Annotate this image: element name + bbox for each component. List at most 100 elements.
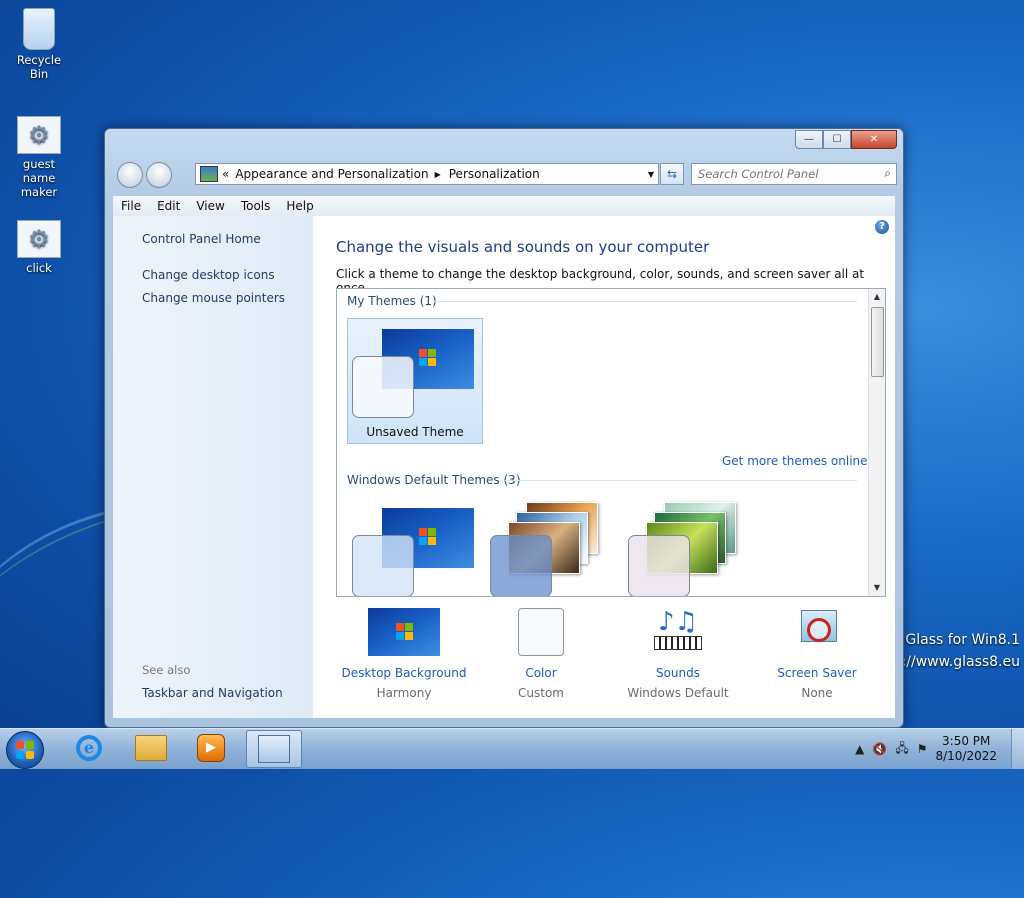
action-center-icon[interactable]: ⚑ bbox=[917, 742, 928, 756]
show-desktop-button[interactable] bbox=[1011, 729, 1024, 769]
gear-icon: ⚙ bbox=[17, 220, 61, 258]
scroll-thumb[interactable] bbox=[871, 307, 884, 377]
color-swatch bbox=[352, 535, 414, 596]
control-panel-home-link[interactable]: Control Panel Home bbox=[142, 232, 261, 246]
desktop-icon-label: click bbox=[26, 261, 52, 275]
network-icon[interactable]: 🖧 bbox=[895, 739, 908, 760]
recycle-bin-icon bbox=[23, 8, 55, 50]
windows-logo-icon bbox=[419, 528, 437, 546]
theme-architecture[interactable] bbox=[485, 497, 621, 596]
watermark-line: o Glass for Win8.1 bbox=[892, 632, 1020, 648]
personalization-window: — ☐ ✕ « Appearance and Personalization ▶… bbox=[104, 128, 904, 728]
navigation-bar: « Appearance and Personalization ▶ Perso… bbox=[115, 161, 897, 188]
page-title: Change the visuals and sounds on your co… bbox=[336, 238, 710, 256]
setting-label: Sounds bbox=[655, 666, 701, 680]
windows-logo-icon bbox=[16, 741, 34, 759]
theme-unsaved[interactable]: Unsaved Theme bbox=[347, 318, 483, 444]
my-themes-title: My Themes (1) bbox=[347, 294, 437, 308]
theme-label: Unsaved Theme bbox=[366, 425, 464, 439]
watermark-line: p://www.glass8.eu bbox=[892, 654, 1020, 670]
color-icon bbox=[518, 608, 564, 656]
menu-tools[interactable]: Tools bbox=[233, 199, 279, 213]
search-icon[interactable]: ⌕ bbox=[884, 166, 891, 181]
taskbar-file-explorer[interactable] bbox=[124, 730, 178, 766]
change-mouse-pointers-link[interactable]: Change mouse pointers bbox=[142, 291, 285, 305]
desktop-icon-recycle-bin[interactable]: Recycle Bin bbox=[6, 8, 72, 81]
gear-icon: ⚙ bbox=[17, 116, 61, 154]
task-pane: Control Panel Home Change desktop icons … bbox=[113, 216, 313, 718]
chevron-down-icon[interactable]: ▼ bbox=[648, 170, 654, 179]
clock-time: 3:50 PM bbox=[942, 734, 991, 748]
theme-windows[interactable] bbox=[347, 497, 483, 596]
window-controls: — ☐ ✕ bbox=[795, 130, 897, 149]
setting-value: Harmony bbox=[376, 686, 432, 700]
taskbar: e ▶ ▲ 🔇 🖧 ⚑ 3:50 PM 8/10/2022 bbox=[0, 728, 1024, 769]
desktop-background-setting[interactable]: Desktop Background Harmony bbox=[334, 608, 474, 700]
desktop-background-icon bbox=[368, 608, 440, 656]
scroll-up-icon[interactable]: ▲ bbox=[869, 289, 885, 305]
group-divider bbox=[433, 301, 857, 302]
control-panel-icon bbox=[200, 166, 218, 182]
group-divider bbox=[505, 480, 857, 481]
minimize-button[interactable]: — bbox=[795, 130, 823, 149]
taskbar-navigation-link[interactable]: Taskbar and Navigation bbox=[142, 686, 283, 700]
change-desktop-icons-link[interactable]: Change desktop icons bbox=[142, 268, 275, 282]
taskbar-media-player[interactable]: ▶ bbox=[184, 730, 238, 766]
screen-saver-setting[interactable]: Screen Saver None bbox=[747, 608, 887, 700]
taskbar-internet-explorer[interactable]: e bbox=[62, 730, 116, 766]
color-setting[interactable]: Color Custom bbox=[471, 608, 611, 700]
refresh-button[interactable]: ⇆ bbox=[660, 163, 684, 185]
breadcrumb-overflow[interactable]: « bbox=[222, 167, 229, 181]
windows-logo-icon bbox=[396, 623, 414, 641]
breadcrumb-personalization[interactable]: Personalization bbox=[449, 167, 540, 181]
volume-muted-icon[interactable]: 🔇 bbox=[872, 742, 887, 756]
help-icon[interactable]: ? bbox=[875, 220, 889, 234]
maximize-button[interactable]: ☐ bbox=[823, 130, 851, 149]
scroll-down-icon[interactable]: ▼ bbox=[869, 580, 885, 596]
screen-saver-icon bbox=[795, 608, 839, 656]
get-more-themes-link[interactable]: Get more themes online bbox=[722, 454, 868, 468]
system-tray: ▲ 🔇 🖧 ⚑ 3:50 PM 8/10/2022 bbox=[855, 729, 1024, 769]
sounds-setting[interactable]: ♪♫ Sounds Windows Default bbox=[608, 608, 748, 700]
clock[interactable]: 3:50 PM 8/10/2022 bbox=[935, 734, 997, 764]
client-area: Control Panel Home Change desktop icons … bbox=[113, 216, 895, 718]
forward-button[interactable] bbox=[146, 162, 172, 188]
menu-help[interactable]: Help bbox=[278, 199, 321, 213]
show-hidden-icons-icon[interactable]: ▲ bbox=[855, 742, 864, 756]
theme-list-scrollbar[interactable]: ▲ ▼ bbox=[868, 289, 885, 596]
address-bar[interactable]: « Appearance and Personalization ▶ Perso… bbox=[195, 163, 659, 185]
setting-value: Custom bbox=[518, 686, 564, 700]
search-input[interactable] bbox=[692, 164, 875, 184]
desktop-icon-click[interactable]: ⚙ click bbox=[6, 220, 72, 275]
start-button[interactable] bbox=[6, 731, 44, 769]
search-box: ⌕ bbox=[691, 163, 897, 185]
taskbar-control-panel[interactable] bbox=[246, 730, 302, 768]
menu-file[interactable]: File bbox=[113, 199, 149, 213]
folder-icon bbox=[135, 735, 167, 761]
desktop-icon-guest-name-maker[interactable]: ⚙ guest name maker bbox=[6, 116, 72, 199]
close-button[interactable]: ✕ bbox=[851, 130, 897, 149]
breadcrumb-arrow-icon[interactable]: ▶ bbox=[435, 170, 441, 179]
control-panel-icon bbox=[258, 735, 290, 763]
theme-list: My Themes (1) Unsaved Theme Get more the… bbox=[336, 288, 886, 597]
setting-value: None bbox=[801, 686, 833, 700]
setting-label: Color bbox=[525, 666, 557, 680]
media-player-icon: ▶ bbox=[197, 734, 225, 762]
desktop-icon-label: Recycle Bin bbox=[16, 53, 62, 81]
breadcrumb-appearance[interactable]: Appearance and Personalization bbox=[235, 167, 428, 181]
desktop-icon-label: guest name maker bbox=[20, 157, 58, 199]
clock-date: 8/10/2022 bbox=[935, 749, 997, 763]
color-swatch bbox=[628, 535, 690, 596]
back-button[interactable] bbox=[117, 162, 143, 188]
color-swatch bbox=[352, 356, 414, 418]
see-also-label: See also bbox=[142, 663, 191, 677]
menu-view[interactable]: View bbox=[188, 199, 232, 213]
setting-label: Desktop Background bbox=[341, 666, 467, 680]
windows-logo-icon bbox=[419, 349, 437, 367]
theme-nature[interactable] bbox=[623, 497, 759, 596]
default-themes-title: Windows Default Themes (3) bbox=[347, 473, 521, 487]
menu-edit[interactable]: Edit bbox=[149, 199, 188, 213]
main-pane: ? Change the visuals and sounds on your … bbox=[313, 216, 895, 718]
color-swatch bbox=[490, 535, 552, 596]
setting-label: Screen Saver bbox=[777, 666, 857, 680]
